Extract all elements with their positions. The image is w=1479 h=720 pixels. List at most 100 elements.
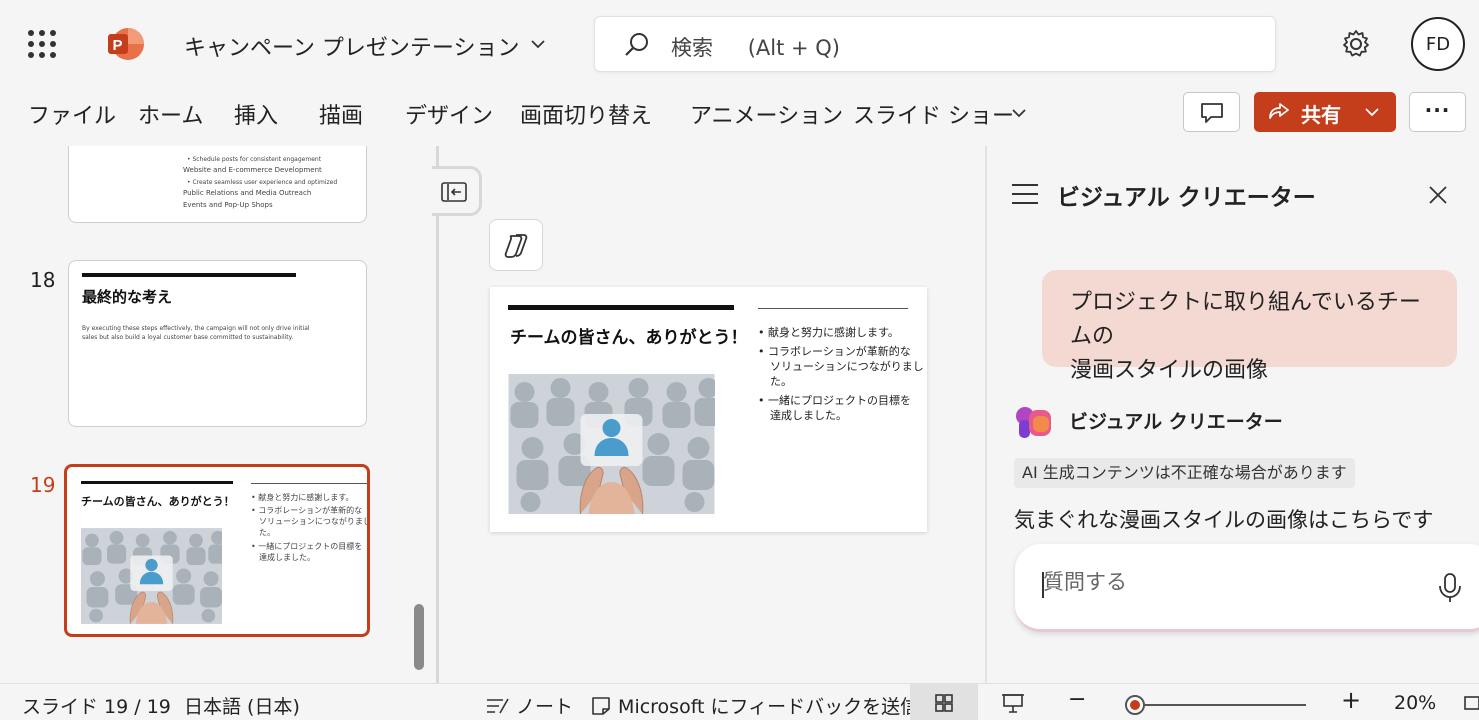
search-box[interactable]: 検索 (Alt + Q) — [594, 16, 1276, 72]
svg-text:P: P — [113, 37, 123, 54]
slide-right-rule — [758, 308, 908, 309]
menu-icon[interactable] — [1012, 184, 1038, 204]
slide-thumbnail-19[interactable]: チームの皆さん、ありがとう！ • 献身と努力に感謝します。 • コラボレーション… — [64, 464, 370, 637]
feedback-icon — [592, 697, 610, 715]
app-launcher-icon[interactable] — [28, 30, 56, 58]
thumb19-title: チームの皆さん、ありがとう！ — [81, 495, 235, 508]
feedback-label: Microsoft にフィードバックを送信 — [618, 696, 920, 718]
ai-disclaimer-badge: AI 生成コンテンツは不正確な場合があります — [1014, 458, 1355, 488]
fit-to-window-icon[interactable] — [1463, 693, 1479, 713]
assistant-message: 気まぐれな漫画スタイルの画像はこちらです — [1014, 508, 1434, 532]
share-button[interactable]: 共有 — [1254, 92, 1396, 132]
collapse-pane-button[interactable] — [432, 166, 482, 216]
tab-design[interactable]: デザイン — [405, 98, 493, 130]
thumb17-line5: Events and Pop-Up Shops — [183, 201, 273, 209]
slide-number-19: 19 — [30, 473, 56, 497]
slide-bullet-2a: コラボレーションが革新的な — [768, 345, 911, 358]
tab-slideshow[interactable]: スライド ショー — [853, 98, 1014, 130]
more-tabs-chevron-icon[interactable] — [1008, 102, 1030, 124]
assistant-name: ビジュアル クリエーター — [1069, 411, 1283, 433]
ask-input[interactable] — [1043, 570, 1403, 594]
chevron-down-icon — [1365, 108, 1379, 117]
thumb18-body-1: By executing these steps effectively, th… — [82, 325, 310, 332]
visual-creator-logo-icon — [1016, 407, 1051, 438]
pane-divider[interactable] — [436, 146, 439, 683]
thumb17-line4: Public Relations and Media Outreach — [183, 189, 312, 197]
share-label: 共有 — [1301, 103, 1341, 127]
thumb19-bullet2a: コラボレーションが革新的な — [258, 506, 363, 515]
notes-button[interactable]: ノート — [486, 692, 573, 719]
zoom-slider-track[interactable] — [1130, 704, 1306, 706]
zoom-out-button[interactable]: − — [1068, 687, 1086, 712]
user-message-bubble: プロジェクトに取り組んでいるチームの 漫画スタイルの画像 — [1042, 270, 1457, 383]
thumb18-body-2: sales but also build a loyal customer ba… — [82, 334, 294, 341]
tab-file[interactable]: ファイル — [28, 98, 116, 130]
comment-icon — [1201, 103, 1223, 123]
notes-icon — [487, 698, 509, 714]
ask-box[interactable] — [1015, 544, 1479, 632]
tab-home[interactable]: ホーム — [138, 98, 203, 130]
thumb17-line2: Website and E-commerce Development — [183, 166, 322, 174]
copilot-icon — [504, 234, 528, 258]
team-puzzle-image[interactable] — [508, 374, 715, 514]
share-icon — [1269, 103, 1289, 119]
user-message-line1: プロジェクトに取り組んでいるチームの — [1070, 290, 1421, 349]
slide-bullet-3b: 達成しました。 — [770, 409, 847, 422]
slide-bullet-2b: ソリューションにつながりまし — [770, 360, 924, 373]
team-puzzle-image — [81, 528, 222, 624]
thumb17-line1: Schedule posts for consistent engagement — [192, 156, 322, 163]
search-icon — [625, 33, 648, 56]
tab-transitions[interactable]: 画面切り替え — [520, 98, 652, 130]
slide-bullet-2c: た。 — [770, 375, 792, 388]
slide-thumbnail-18[interactable]: 最終的な考え By executing these steps effectiv… — [68, 260, 367, 427]
microphone-icon[interactable] — [1437, 572, 1463, 604]
normal-view-icon — [935, 694, 953, 712]
thumb19-bullet2c: た。 — [259, 528, 275, 537]
thumb19-bullet2b: ソリューションにつながりまし — [259, 517, 370, 526]
presenter-view-icon[interactable] — [1001, 692, 1025, 714]
more-options-button[interactable]: ··· — [1409, 92, 1466, 132]
user-message-line2: 漫画スタイルの画像 — [1070, 358, 1269, 383]
avatar[interactable]: FD — [1411, 17, 1465, 71]
visual-creator-panel: ビジュアル クリエーター プロジェクトに取り組んでいるチームの 漫画スタイルの画… — [985, 146, 1479, 683]
status-bar: スライド 19 / 19 日本語 (日本) ノート Microsoft にフィー… — [0, 683, 1479, 720]
document-title[interactable]: キャンペーン プレゼンテーション — [184, 30, 519, 62]
thumb17-line3: Create seamless user experience and opti… — [192, 179, 338, 186]
chevron-down-icon[interactable] — [528, 34, 548, 54]
slide-thumbnail-17[interactable]: • Schedule posts for consistent engageme… — [68, 146, 367, 223]
slide-title-rule — [508, 305, 734, 310]
panel-title: ビジュアル クリエーター — [1057, 185, 1316, 211]
powerpoint-logo-icon: P — [108, 28, 144, 60]
search-shortcut: (Alt + Q) — [747, 36, 840, 60]
gear-icon[interactable] — [1340, 28, 1372, 60]
slide-counter: スライド 19 / 19 — [22, 696, 171, 718]
normal-view-button[interactable] — [910, 684, 978, 720]
zoom-slider-thumb[interactable] — [1125, 695, 1146, 715]
zoom-level[interactable]: 20% — [1394, 692, 1436, 714]
slide-bullet-3a: 一緒にプロジェクトの目標を — [768, 394, 911, 407]
slide-bullet-1: 献身と努力に感謝します。 — [768, 326, 899, 339]
thumb18-title: 最終的な考え — [82, 288, 173, 306]
slide-number-18: 18 — [30, 268, 56, 292]
title-bar: P キャンペーン プレゼンテーション 検索 (Alt + Q) FD — [0, 0, 1479, 88]
slide-bullets[interactable]: • 献身と努力に感謝します。 • コラボレーションが革新的な ソリューションにつ… — [758, 325, 924, 423]
tab-draw[interactable]: 描画 — [319, 98, 363, 130]
slide-title[interactable]: チームの皆さん、ありがとう！ — [510, 323, 748, 348]
copilot-button[interactable] — [489, 219, 543, 271]
tab-insert[interactable]: 挿入 — [234, 98, 278, 130]
tab-animations[interactable]: アニメーション — [690, 98, 843, 130]
notes-label: ノート — [516, 696, 574, 718]
language-indicator[interactable]: 日本語 (日本) — [184, 692, 300, 719]
comments-button[interactable] — [1183, 92, 1240, 132]
collapse-pane-icon — [441, 182, 467, 202]
title-rule — [82, 273, 296, 277]
thumb19-bullet1: 献身と努力に感謝します。 — [258, 493, 354, 502]
close-icon[interactable] — [1427, 184, 1449, 206]
current-slide[interactable]: チームの皆さん、ありがとう！ • 献身と努力に感謝します。 • コラボレーション… — [490, 287, 927, 532]
slide-thumbnail-pane[interactable]: • Schedule posts for consistent engageme… — [0, 146, 436, 683]
feedback-button[interactable]: Microsoft にフィードバックを送信 — [590, 692, 919, 719]
thumb19-bullet3b: 達成しました。 — [259, 553, 315, 562]
zoom-in-button[interactable]: + — [1341, 686, 1361, 714]
thumbnail-scrollbar[interactable] — [414, 604, 424, 670]
ribbon: ファイル ホーム 挿入 描画 デザイン 画面切り替え アニメーション スライド … — [0, 88, 1479, 146]
